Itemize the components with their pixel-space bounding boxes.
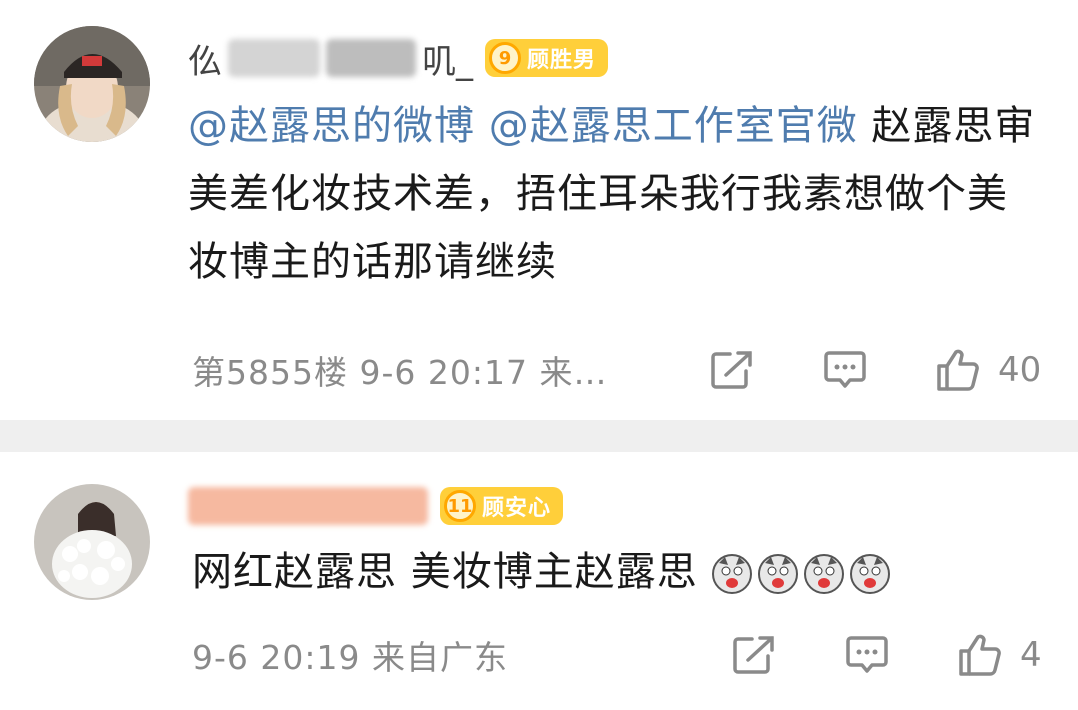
- username-start: 仫: [188, 41, 222, 82]
- comment-text: 网红赵露思 美妆博主赵露思: [192, 538, 1052, 606]
- thumbs-up-icon: [936, 348, 980, 392]
- blurred-text: [228, 39, 320, 77]
- avatar-image: [34, 484, 150, 600]
- comment-item: 仫 叽_ 9 顾胜男 @赵露思的微博 @赵露思工作室官微 赵露思审美差化妆技术差…: [0, 0, 1078, 420]
- avatar-image: [34, 26, 150, 142]
- share-icon[interactable]: [732, 635, 776, 675]
- comment-body: 网红赵露思 美妆博主赵露思: [192, 549, 698, 595]
- comment-item: 11 顾安心 网红赵露思 美妆博主赵露思 9-6 20:19 来自广东 4: [0, 452, 1078, 710]
- share-icon[interactable]: [710, 350, 754, 390]
- username[interactable]: 仫 叽_: [188, 34, 473, 83]
- mention-link[interactable]: @赵露思的微博: [188, 103, 475, 149]
- badge-label: 顾安心: [482, 496, 552, 521]
- dog-emoji-icon: [850, 554, 891, 594]
- dog-emoji-icon: [804, 554, 845, 594]
- emoji-group: [711, 553, 891, 595]
- username-row: 仫 叽_ 9 顾胜男: [188, 32, 609, 84]
- comment-meta: 第5855楼 9-6 20:17 来…: [192, 353, 608, 392]
- fan-badge[interactable]: 9 顾胜男: [485, 39, 609, 77]
- comment-divider: [0, 420, 1078, 452]
- dog-emoji-icon: [712, 554, 753, 594]
- like-count: 40: [998, 350, 1042, 390]
- username-row: 11 顾安心: [188, 480, 564, 532]
- comment-text: @赵露思的微博 @赵露思工作室官微 赵露思审美差化妆技术差，捂住耳朵我行我素想做…: [188, 92, 1048, 296]
- comment-footer: 9-6 20:19 来自广东 4: [192, 630, 1048, 680]
- fan-badge[interactable]: 11 顾安心: [440, 487, 564, 525]
- comment-icon[interactable]: [846, 635, 888, 675]
- username-end: 叽_: [422, 41, 473, 82]
- comment-footer: 第5855楼 9-6 20:17 来… 40: [192, 345, 1048, 395]
- mention-link[interactable]: @赵露思工作室官微: [489, 103, 858, 149]
- username[interactable]: [188, 487, 428, 525]
- badge-level: 11: [444, 490, 476, 522]
- avatar[interactable]: [34, 484, 150, 600]
- dog-emoji-icon: [758, 554, 799, 594]
- comment-meta: 9-6 20:19 来自广东: [192, 638, 508, 677]
- badge-level: 9: [489, 42, 521, 74]
- avatar[interactable]: [34, 26, 150, 142]
- thumbs-up-icon: [958, 633, 1002, 677]
- like-button[interactable]: 4: [958, 633, 1042, 677]
- like-button[interactable]: 40: [936, 348, 1041, 392]
- blurred-text: [188, 487, 428, 525]
- blurred-text: [326, 39, 416, 77]
- like-count: 4: [1020, 635, 1042, 675]
- comment-icon[interactable]: [824, 350, 866, 390]
- badge-label: 顾胜男: [527, 48, 597, 73]
